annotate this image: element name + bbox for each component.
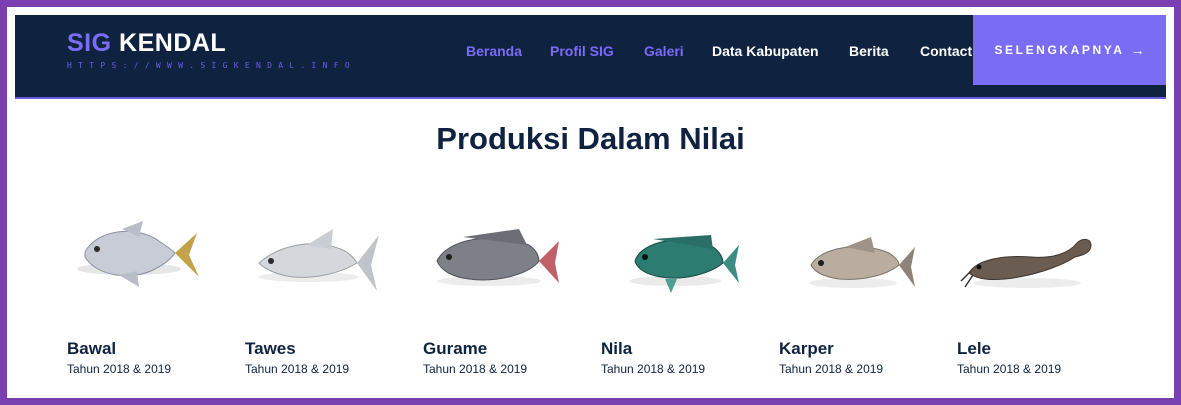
arrow-right-icon: →	[1130, 42, 1145, 58]
gurame-fish-icon	[436, 229, 559, 286]
fish-name: Lele	[957, 339, 992, 358]
navbar: SIG KENDAL HTTPS://WWW.SIGKENDAL.INFO Be…	[15, 15, 1166, 97]
fish-subtitle: Tahun 2018 & 2019	[779, 362, 884, 376]
nila-fish-icon	[629, 235, 739, 293]
fish-card-karper[interactable]	[779, 207, 949, 297]
fish-subtitle: Tahun 2018 & 2019	[423, 362, 528, 376]
fish-card-tawes[interactable]	[245, 207, 415, 297]
tawes-fish-icon	[258, 229, 379, 291]
nav-item-data-kabupaten[interactable]: Data Kabupaten	[712, 43, 819, 59]
nav-item-galeri[interactable]: Galeri	[644, 43, 684, 59]
bawal-fish-icon	[77, 221, 199, 287]
fish-card-bawal[interactable]	[67, 207, 237, 297]
karper-fish-icon	[809, 237, 915, 288]
page-frame: SIG KENDAL HTTPS://WWW.SIGKENDAL.INFO Be…	[7, 7, 1174, 398]
nav-item-contact[interactable]: Contact	[920, 43, 972, 59]
fish-name: Tawes	[245, 339, 296, 358]
fish-card-gurame[interactable]	[423, 207, 593, 297]
fish-subtitle: Tahun 2018 & 2019	[957, 362, 1062, 376]
nav-item-beranda[interactable]: Beranda	[466, 43, 522, 59]
fish-subtitle: Tahun 2018 & 2019	[601, 362, 706, 376]
fish-name: Nila	[601, 339, 633, 358]
nav-item-profil-sig[interactable]: Profil SIG	[550, 43, 614, 59]
selengkapnya-label: SELENGKAPNYA	[994, 43, 1125, 57]
fish-card-lele[interactable]	[957, 207, 1127, 297]
fish-subtitle: Tahun 2018 & 2019	[245, 362, 350, 376]
lele-fish-icon	[960, 238, 1092, 288]
fish-subtitle: Tahun 2018 & 2019	[67, 362, 172, 376]
selengkapnya-button[interactable]: SELENGKAPNYA →	[973, 15, 1166, 85]
fish-name: Gurame	[423, 339, 488, 358]
fish-name: Karper	[779, 339, 834, 358]
nav-item-berita[interactable]: Berita	[849, 43, 889, 59]
fish-name: Bawal	[67, 339, 117, 358]
fish-card-nila[interactable]	[601, 207, 771, 297]
page-title: Produksi Dalam Nilai	[436, 121, 745, 156]
